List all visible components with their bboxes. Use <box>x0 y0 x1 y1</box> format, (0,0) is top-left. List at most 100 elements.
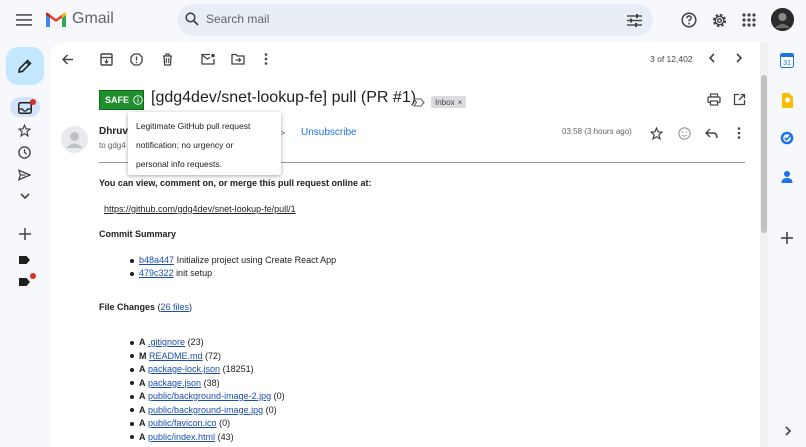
back-arrow-icon[interactable] <box>60 51 76 67</box>
unsubscribe-link[interactable]: Unsubscribe <box>301 127 357 138</box>
inbox-label-text: Inbox <box>435 97 455 107</box>
label-tag-icon[interactable] <box>17 253 32 266</box>
report-spam-icon[interactable] <box>128 51 144 67</box>
file-op: A <box>139 377 146 388</box>
file-count: (23) <box>187 337 204 347</box>
archive-icon[interactable] <box>98 51 114 67</box>
list-item: A package.json (38) <box>130 377 285 391</box>
gmail-logo-icon[interactable] <box>45 12 67 28</box>
commit-sha-link[interactable]: 479c322 <box>139 268 174 278</box>
settings-icon[interactable] <box>710 11 728 29</box>
star-icon[interactable] <box>648 125 664 141</box>
keep-icon[interactable] <box>781 93 793 108</box>
file-changes-title: File Changes <box>99 302 156 312</box>
apps-grid-icon[interactable] <box>740 11 758 29</box>
file-link[interactable]: .gitignore <box>148 337 185 347</box>
file-op: A <box>139 418 146 428</box>
mark-unread-icon[interactable] <box>200 51 216 67</box>
recipient-line[interactable]: to gdg4 <box>99 141 126 150</box>
starred-icon[interactable] <box>17 123 32 138</box>
pr-link[interactable]: https://github.com/gdg4dev/snet-lookup-f… <box>104 204 296 214</box>
file-count-link[interactable]: 26 files <box>161 302 190 312</box>
file-link[interactable]: README.md <box>149 351 203 361</box>
file-count: (72) <box>205 350 222 361</box>
file-count: (38) <box>203 377 220 388</box>
file-link[interactable]: public/favicon.ico <box>148 418 217 428</box>
more-vertical-icon[interactable] <box>258 51 274 67</box>
importance-marker-icon[interactable] <box>412 96 426 108</box>
delete-icon[interactable] <box>159 51 175 67</box>
list-item: A public/background-image.jpg (0) <box>130 404 285 418</box>
search-options-icon[interactable] <box>625 11 643 29</box>
commit-message: init setup <box>176 268 213 278</box>
pagination-text: 3 of 12,402 <box>650 54 693 64</box>
help-icon[interactable] <box>680 11 698 29</box>
list-item: M README.md (72) <box>130 350 285 364</box>
file-op: A <box>139 364 146 374</box>
body-intro: You can view, comment on, or merge this … <box>99 178 372 188</box>
tasks-icon[interactable] <box>780 131 794 145</box>
file-op: A <box>139 431 146 442</box>
list-item: b48a447 Initialize project using Create … <box>130 254 336 267</box>
list-item: 479c322 init setup <box>130 267 336 280</box>
move-to-icon[interactable] <box>230 51 246 67</box>
file-op: M <box>139 350 147 361</box>
file-link[interactable]: public/index.html <box>148 432 215 442</box>
safe-badge[interactable]: SAFE <box>99 90 144 110</box>
commit-list: b48a447 Initialize project using Create … <box>130 254 336 280</box>
calendar-icon[interactable]: 31 <box>780 53 794 68</box>
file-op: A <box>139 391 146 401</box>
more-chevron-down-icon[interactable] <box>17 189 32 204</box>
commit-summary-heading: Commit Summary <box>99 229 177 239</box>
get-add-ons-plus-icon[interactable] <box>780 231 794 245</box>
list-item: A public/index.html (43) <box>130 431 285 445</box>
commit-sha-link[interactable]: b48a447 <box>139 255 174 265</box>
calendar-day: 31 <box>783 60 791 67</box>
info-icon <box>133 95 143 105</box>
file-op: A <box>139 404 146 415</box>
commit-message: Initialize project using Create React Ap… <box>176 255 337 265</box>
label-dot-icon <box>30 273 36 279</box>
inbox-label-chip[interactable]: Inbox × <box>431 96 467 108</box>
sender-avatar[interactable] <box>61 126 88 153</box>
newer-chevron-left-icon[interactable] <box>704 51 718 65</box>
expand-side-panel-chevron-icon[interactable] <box>782 425 794 437</box>
file-link[interactable]: public/background-image.jpg <box>148 405 263 415</box>
older-chevron-right-icon[interactable] <box>732 51 746 65</box>
print-icon[interactable] <box>706 91 722 107</box>
message-more-vertical-icon[interactable] <box>731 125 747 141</box>
scrollbar-thumb[interactable] <box>761 75 767 233</box>
tooltip-line: Legitimate GitHub pull request <box>136 121 251 131</box>
tooltip-line: personal info requests. <box>136 159 222 169</box>
list-item: A .gitignore (23) <box>130 336 285 350</box>
file-count: (18251) <box>222 364 254 374</box>
file-link[interactable]: package.json <box>148 378 201 388</box>
main-menu-icon[interactable] <box>14 11 34 29</box>
unread-dot-icon <box>30 99 36 105</box>
add-reaction-icon[interactable] <box>676 125 692 141</box>
compose-button[interactable] <box>6 47 44 85</box>
file-link[interactable]: public/background-image-2.jpg <box>148 391 271 401</box>
file-link[interactable]: package-lock.json <box>148 364 220 374</box>
reply-icon[interactable] <box>703 125 719 141</box>
sender-name[interactable]: Dhruv <box>99 126 128 137</box>
list-item: A public/background-image-2.jpg (0) <box>130 390 285 404</box>
account-avatar[interactable] <box>771 8 794 31</box>
search-input[interactable]: Search mail <box>206 12 269 26</box>
file-op: A <box>139 337 146 347</box>
contacts-icon[interactable] <box>781 170 793 184</box>
list-item: A public/favicon.ico (0) <box>130 417 285 431</box>
search-icon[interactable] <box>184 11 200 27</box>
file-list: A .gitignore (23) M README.md (72) A pac… <box>130 336 285 444</box>
email-subject: [gdg4dev/snet-lookup-fe] pull (PR #1) <box>151 89 417 106</box>
file-count: (0) <box>273 391 285 401</box>
open-in-new-window-icon[interactable] <box>731 91 747 107</box>
safe-badge-label: SAFE <box>105 95 130 105</box>
safety-tooltip: Legitimate GitHub pull request notificat… <box>128 112 281 175</box>
file-count: (0) <box>265 404 277 415</box>
sent-icon[interactable] <box>17 167 32 182</box>
snoozed-icon[interactable] <box>17 145 32 160</box>
create-label-plus-icon[interactable] <box>17 226 32 241</box>
file-count: (0) <box>219 418 231 428</box>
remove-label-icon[interactable]: × <box>458 98 463 107</box>
